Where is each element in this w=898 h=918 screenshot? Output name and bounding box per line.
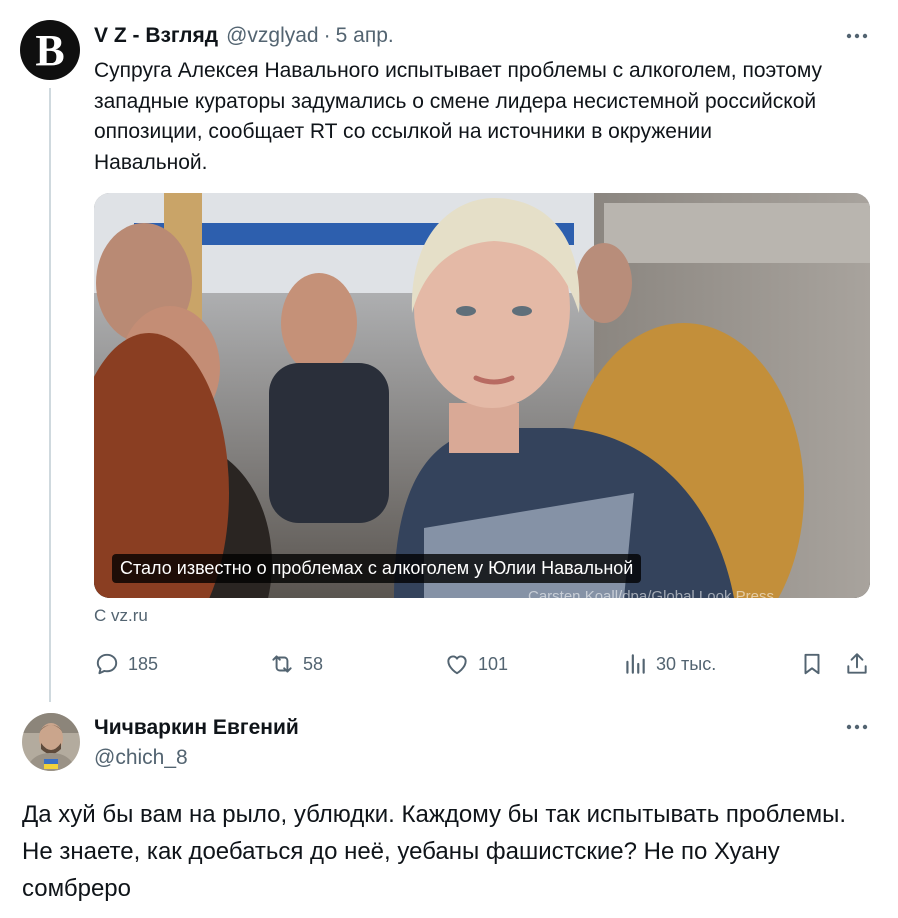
tweet-date[interactable]: 5 апр. [336,24,394,48]
reply-avatar-photo [22,713,80,771]
card-source-domain[interactable]: С vz.ru [94,606,148,626]
views-button[interactable]: 30 тыс. [622,648,716,680]
views-bars-icon [626,654,645,674]
tweet-action-bar: 185 58 101 30 тыс. [94,648,874,680]
bookmark-icon [804,653,820,675]
repost-count: 58 [303,653,324,674]
tweet-header: V Z - Взгляд @vzglyad · 5 апр. [94,24,394,48]
share-button[interactable] [844,648,870,680]
photo-credit: Carsten Koall/dpa/Global Look Press [528,588,774,598]
header-separator: · [323,24,331,47]
tweet-text: Супруга Алексея Навального испытывает пр… [94,59,822,174]
card-caption: Стало известно о проблемах с алкоголем у… [112,554,642,583]
link-card[interactable]: Стало известно о проблемах с алкоголем у… [94,193,870,598]
more-options-button[interactable] [842,26,872,46]
more-horizontal-icon [846,724,868,730]
views-count: 30 тыс. [656,653,717,674]
share-upload-icon [847,653,867,674]
reply-author-name[interactable]: Чичваркин Евгений [94,716,299,740]
thread-connector-line [49,88,51,702]
author-avatar[interactable]: B [20,20,80,80]
like-count: 101 [478,653,509,674]
like-button[interactable]: 101 [444,648,508,680]
reply-text: Да хуй бы вам на рыло, ублюдки. Каждому … [22,801,847,902]
more-horizontal-icon [846,33,868,39]
reply-count: 185 [128,653,159,674]
avatar-logo-letter: B [35,26,65,75]
bookmark-button[interactable] [799,648,825,680]
heart-icon [447,655,467,675]
repost-arrows-icon [272,655,292,673]
reply-bubble-icon [96,653,118,675]
reply-author-handle[interactable]: @chich_8 [94,746,188,770]
card-photo [94,193,870,598]
reply-more-options-button[interactable] [842,717,872,737]
author-handle[interactable]: @vzglyad [226,24,319,48]
repost-button[interactable]: 58 [269,648,323,680]
author-name[interactable]: V Z - Взгляд [94,24,218,48]
reply-button[interactable]: 185 [94,648,158,680]
reply-author-avatar[interactable] [22,713,80,771]
